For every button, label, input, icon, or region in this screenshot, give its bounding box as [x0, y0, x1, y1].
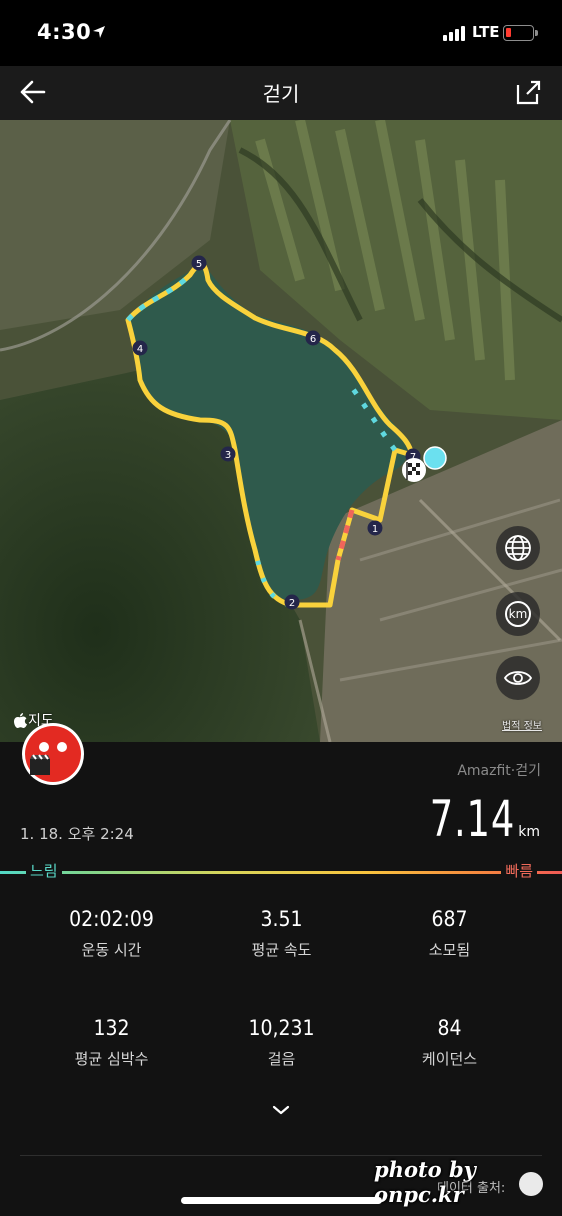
waypoint-4: 4 — [137, 344, 143, 355]
stat-label: 소모됨 — [428, 941, 471, 959]
distance: 7.14 km — [411, 790, 540, 848]
app-header: 걷기 — [0, 66, 562, 120]
distance-unit: km — [518, 824, 540, 840]
waypoint-2: 2 — [289, 598, 295, 609]
stat-avg-heart-rate: 132 평균 심박수 — [18, 1016, 205, 1069]
stat-steps: 10,231 걸음 — [188, 1016, 375, 1069]
stat-value: 132 — [93, 1016, 130, 1040]
expand-button[interactable] — [270, 1102, 292, 1122]
globe-icon — [505, 535, 531, 561]
stat-cadence: 84 케이던스 — [356, 1016, 543, 1069]
status-bar: 4:30 LTE — [0, 0, 562, 66]
start-point-icon — [423, 446, 447, 470]
speed-gradient — [0, 871, 562, 874]
view-button[interactable] — [496, 656, 540, 700]
eye-icon — [503, 671, 533, 685]
stat-value: 3.51 — [260, 907, 303, 931]
stat-label: 운동 시간 — [81, 941, 142, 959]
status-time: 4:30 — [37, 20, 92, 44]
waypoint-1: 1 — [372, 524, 378, 535]
stat-avg-speed: 3.51 평균 속도 — [188, 907, 375, 960]
distance-value: 7.14 — [429, 790, 516, 848]
home-indicator[interactable] — [181, 1197, 382, 1204]
share-button[interactable] — [514, 76, 544, 108]
waypoint-5: 5 — [196, 259, 202, 270]
emoji-sticker-icon — [25, 726, 81, 782]
waypoint-3: 3 — [225, 450, 231, 461]
stat-label: 케이던스 — [421, 1050, 478, 1068]
chevron-down-icon — [272, 1105, 290, 1115]
location-arrow-icon — [93, 26, 105, 38]
photo-watermark: photo by onpc.kr — [374, 1157, 476, 1207]
share-icon — [516, 80, 541, 105]
battery-icon — [503, 25, 534, 41]
speed-slow-label: 느림 — [26, 860, 62, 881]
km-markers-button[interactable]: km — [496, 592, 540, 636]
speed-legend: 느림 빠름 — [0, 860, 562, 884]
sticker-avatar — [22, 723, 84, 785]
stat-label: 걸음 — [267, 1050, 296, 1068]
signal-icon — [443, 25, 465, 41]
stat-calories: 687 소모됨 — [356, 907, 543, 960]
speed-fast-label: 빠름 — [501, 860, 537, 881]
stat-value: 02:02:09 — [69, 907, 154, 931]
map-type-button[interactable] — [496, 526, 540, 570]
network-label: LTE — [472, 23, 500, 41]
stat-value: 84 — [437, 1016, 462, 1040]
page-title: 걷기 — [262, 82, 300, 106]
finish-flag-icon — [402, 458, 426, 482]
stat-value: 10,231 — [248, 1016, 315, 1040]
km-label: km — [505, 601, 531, 627]
waypoint-6: 6 — [310, 334, 316, 345]
stat-duration: 02:02:09 운동 시간 — [18, 907, 205, 960]
stat-value: 687 — [431, 907, 468, 931]
battery-cap — [535, 30, 538, 36]
workout-date: 1. 18. 오후 2:24 — [20, 825, 134, 843]
stat-label: 평균 속도 — [251, 941, 312, 959]
divider — [20, 1155, 542, 1156]
legal-info-link[interactable]: 법적 정보 — [502, 717, 542, 732]
source-app-label: Amazfit·걷기 — [457, 763, 541, 779]
stat-label: 평균 심박수 — [74, 1050, 149, 1068]
route-map[interactable]: 1 2 3 4 5 6 7 km 지도 법적 정보 — [0, 120, 562, 742]
satellite-map: 1 2 3 4 5 6 7 — [0, 120, 562, 742]
